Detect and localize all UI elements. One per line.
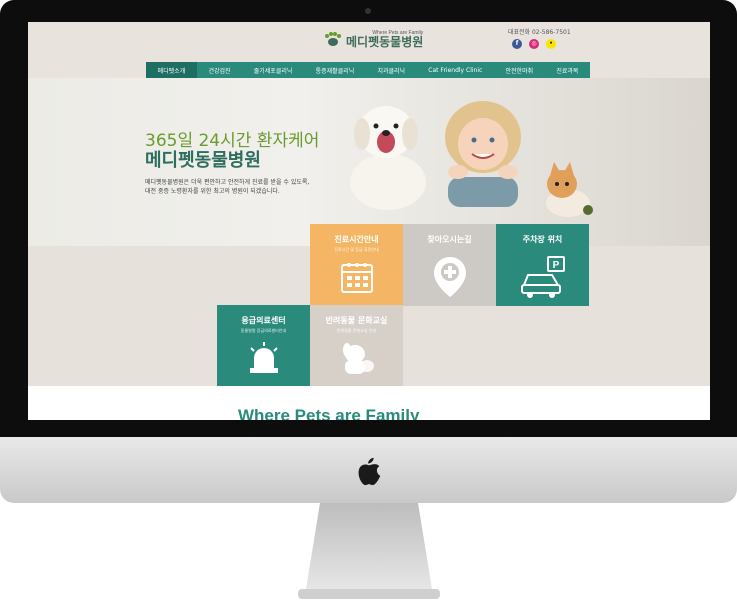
- location-pin-icon: [433, 257, 466, 297]
- tile-directions[interactable]: 찾아오시는길: [403, 224, 496, 306]
- tile-emergency-title: 응급의료센터: [241, 316, 286, 325]
- nav-item-cat-clinic[interactable]: Cat Friendly Clinic: [417, 62, 494, 78]
- tile-hours-sub: 진료시간 및 응급 휴진안내: [334, 247, 379, 252]
- tile-emergency-sub: 동물병원 응급의료센터안내: [240, 328, 287, 333]
- tile-directions-title: 찾아오시는길: [427, 235, 472, 244]
- apple-logo-icon: [358, 457, 381, 486]
- nav-item-checkup[interactable]: 건강검진: [197, 62, 242, 78]
- main-nav: 메디펫소개 건강검진 줄기세포클리닉 통증재활클리닉 치과클리닉 Cat Fri…: [146, 62, 590, 78]
- tile-hours-title: 진료시간안내: [334, 235, 379, 244]
- site-header: Where Pets are Family 메디펫동물병원 대표전화 02-58…: [28, 22, 710, 82]
- nav-item-departments[interactable]: 진료과목: [545, 62, 590, 78]
- phone-number: 대표전화 02-586-7501: [508, 29, 571, 36]
- nav-item-dental[interactable]: 치과클리닉: [366, 62, 417, 78]
- girl-image: [445, 101, 521, 207]
- hero-subtitle: 메디펫동물병원: [145, 150, 261, 171]
- instagram-icon[interactable]: ◎: [529, 39, 539, 49]
- kitten-image: [546, 162, 593, 217]
- svg-text:P: P: [552, 260, 559, 271]
- logo-name: 메디펫동물병원: [346, 35, 424, 49]
- tile-pet-class[interactable]: 반려동물 문화교실 반려동물 문화교실 안내: [310, 305, 403, 387]
- parking-car-icon: P: [520, 256, 565, 298]
- website-screen: Where Pets are Family 메디펫동물병원 대표전화 02-58…: [28, 22, 710, 420]
- social-links: f ◎ •: [512, 39, 556, 49]
- site-logo[interactable]: Where Pets are Family 메디펫동물병원: [324, 30, 423, 48]
- hero-description-line1: 메디펫동물병원은 더욱 편안하고 안전하게 진료를 받을 수 있도록,: [145, 179, 310, 186]
- tile-pet-class-title: 반려동물 문화교실: [325, 316, 388, 325]
- dog-cat-icon: [342, 343, 374, 374]
- nav-item-rehab[interactable]: 통증재활클리닉: [304, 62, 366, 78]
- nav-item-intro[interactable]: 메디펫소개: [146, 62, 197, 78]
- monitor-stand: [298, 503, 440, 599]
- siren-icon: [249, 342, 278, 373]
- nav-item-stemcell[interactable]: 줄기세포클리닉: [242, 62, 304, 78]
- kakaotalk-icon[interactable]: •: [546, 39, 556, 49]
- tile-pet-class-sub: 반려동물 문화교실 안내: [336, 328, 377, 333]
- hero-description: 메디펫동물병원은 더욱 편안하고 안전하게 진료를 받을 수 있도록, 대전 중…: [145, 178, 345, 196]
- tile-parking-title: 주차장 위치: [522, 235, 563, 244]
- hero-description-line2: 대전 중증 노령환자를 위한 최고의 병원이 되겠습니다.: [145, 188, 280, 195]
- tile-emergency[interactable]: 응급의료센터 동물병원 응급의료센터안내: [217, 305, 310, 387]
- calendar-icon: [340, 263, 373, 293]
- nav-item-anesthesia[interactable]: 안전한마취: [494, 62, 545, 78]
- camera-icon: [365, 8, 371, 14]
- brand-slogan: Where Pets are Family: [238, 406, 420, 420]
- paw-logo-icon: [325, 32, 341, 46]
- hero-banner: [28, 78, 710, 246]
- facebook-icon[interactable]: f: [512, 39, 522, 49]
- tile-hours[interactable]: 진료시간안내 진료시간 및 응급 휴진안내: [310, 224, 403, 306]
- tile-parking[interactable]: 주차장 위치 P: [496, 224, 589, 306]
- puppy-image: [350, 106, 426, 210]
